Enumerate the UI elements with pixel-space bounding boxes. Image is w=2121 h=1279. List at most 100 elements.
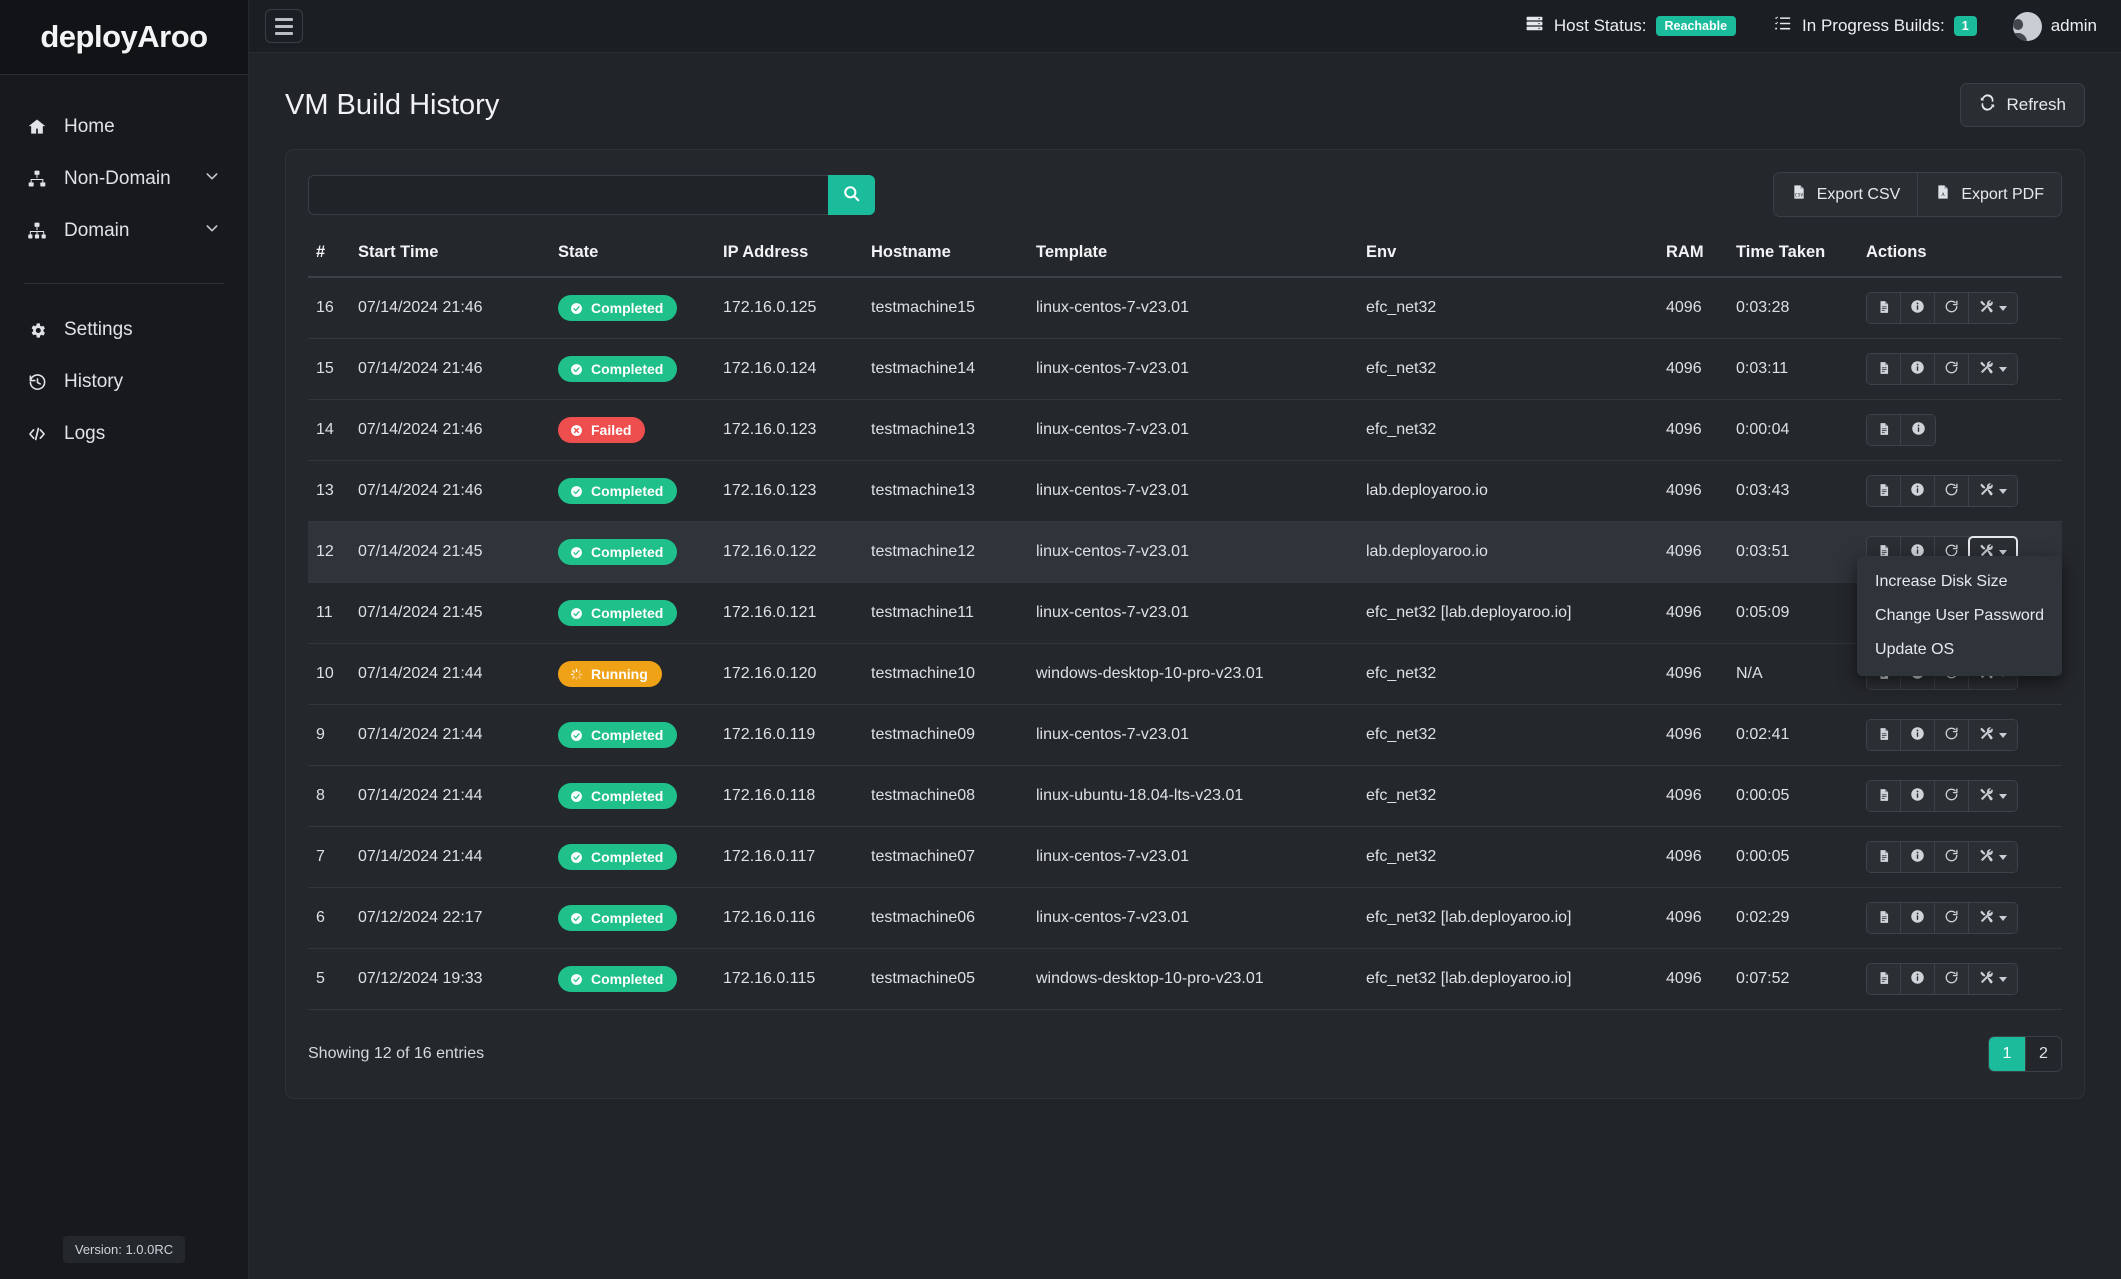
view-log-button[interactable] <box>1867 903 1901 933</box>
view-log-button[interactable] <box>1867 354 1901 384</box>
view-log-button[interactable] <box>1867 415 1901 445</box>
column-header-ip[interactable]: IP Address <box>715 233 863 278</box>
dropdown-item-2[interactable]: Update OS <box>1857 633 2062 667</box>
table-row[interactable]: 14 07/14/2024 21:46 Failed 172.16.0.123 test… <box>308 399 2062 461</box>
search-button[interactable] <box>828 174 875 215</box>
rebuild-button[interactable] <box>1935 476 1969 506</box>
export-csv-button[interactable]: CSV Export CSV <box>1773 173 1918 216</box>
table-row[interactable]: 7 07/14/2024 21:44 Completed 172.16.0.117 te… <box>308 826 2062 888</box>
table-row[interactable]: 12 07/14/2024 21:45 Completed 172.16.0.122 t… <box>308 521 2062 676</box>
table-row[interactable]: 13 07/14/2024 21:46 Completed 172.16.0.123 t… <box>308 460 2062 522</box>
sidebar-item-home[interactable]: Home <box>0 101 248 153</box>
row-env: efc_net32 <box>1358 765 1658 827</box>
search-input[interactable] <box>308 174 828 215</box>
table-row[interactable]: 5 07/12/2024 19:33 Completed 172.16.0.115 te… <box>308 948 2062 1010</box>
file-csv-icon: CSV <box>1791 183 1807 206</box>
sidebar-item-non-domain[interactable]: Non-Domain <box>0 153 248 205</box>
view-log-button[interactable] <box>1867 842 1901 872</box>
row-start-time: 07/12/2024 22:17 <box>350 887 550 949</box>
view-info-button[interactable] <box>1901 781 1935 811</box>
view-log-button[interactable] <box>1867 293 1901 323</box>
user-menu[interactable]: admin <box>2012 11 2097 41</box>
redo-icon <box>1944 787 1959 805</box>
sidebar-item-history[interactable]: History <box>0 356 248 408</box>
column-header-num[interactable]: # <box>308 233 350 278</box>
column-header-ram[interactable]: RAM <box>1658 233 1728 278</box>
dropdown-item-0[interactable]: Increase Disk Size <box>1857 565 2062 599</box>
table-row[interactable]: 11 07/14/2024 21:45 Completed 172.16.0.121 t… <box>308 582 2062 644</box>
caret-down-icon <box>1999 488 2007 494</box>
column-header-state[interactable]: State <box>550 233 715 278</box>
view-info-button[interactable] <box>1901 842 1935 872</box>
view-info-button[interactable] <box>1901 415 1935 445</box>
column-header-start[interactable]: Start Time <box>350 233 550 278</box>
host-status-label: Host Status: <box>1553 16 1647 35</box>
view-log-button[interactable] <box>1867 476 1901 506</box>
sidebar-item-logs[interactable]: Logs <box>0 408 248 460</box>
tools-dropdown-button[interactable] <box>1969 781 2017 811</box>
row-ram: 4096 <box>1658 582 1728 644</box>
hamburger-icon[interactable] <box>265 9 303 43</box>
rebuild-button[interactable] <box>1935 293 1969 323</box>
column-header-template[interactable]: Template <box>1028 233 1358 278</box>
rebuild-button[interactable] <box>1935 781 1969 811</box>
view-info-button[interactable] <box>1901 964 1935 994</box>
row-state-cell: Running <box>550 643 715 705</box>
rebuild-button[interactable] <box>1935 354 1969 384</box>
view-log-button[interactable] <box>1867 781 1901 811</box>
sidebar-item-settings[interactable]: Settings <box>0 304 248 356</box>
rebuild-button[interactable] <box>1935 842 1969 872</box>
view-info-button[interactable] <box>1901 293 1935 323</box>
file-text-icon <box>1877 909 1891 928</box>
table-row[interactable]: 15 07/14/2024 21:46 Completed 172.16.0.124 t… <box>308 338 2062 400</box>
row-actions-cell <box>1858 460 2062 522</box>
table-row[interactable]: 8 07/14/2024 21:44 Completed 172.16.0.118 te… <box>308 765 2062 827</box>
pagination-page-1[interactable]: 1 <box>1989 1037 2025 1071</box>
file-text-icon <box>1877 360 1891 379</box>
column-header-time[interactable]: Time Taken <box>1728 233 1858 278</box>
info-circle-icon <box>1911 421 1926 439</box>
row-env: efc_net32 <box>1358 399 1658 461</box>
tools-dropdown-button[interactable] <box>1969 842 2017 872</box>
tools-dropdown-button[interactable] <box>1969 476 2017 506</box>
table-row[interactable]: 10 07/14/2024 21:44 Running 172.16.0.120 tes… <box>308 643 2062 705</box>
view-info-button[interactable] <box>1901 903 1935 933</box>
rebuild-button[interactable] <box>1935 903 1969 933</box>
tools-dropdown-button[interactable] <box>1969 964 2017 994</box>
table-row[interactable]: 9 07/14/2024 21:44 Completed 172.16.0.119 te… <box>308 704 2062 766</box>
view-log-button[interactable] <box>1867 964 1901 994</box>
view-log-button[interactable] <box>1867 720 1901 750</box>
brand-logo[interactable]: deployAroo <box>0 0 248 75</box>
table-row[interactable]: 6 07/12/2024 22:17 Completed 172.16.0.116 te… <box>308 887 2062 949</box>
caret-down-icon <box>1999 305 2007 311</box>
sidebar-item-domain[interactable]: Domain <box>0 205 248 257</box>
view-info-button[interactable] <box>1901 354 1935 384</box>
tools-dropdown-button[interactable] <box>1969 354 2017 384</box>
row-template: linux-centos-7-v23.01 <box>1028 887 1358 949</box>
refresh-button[interactable]: Refresh <box>1960 83 2085 127</box>
table-row[interactable]: 16 07/14/2024 21:46 Completed 172.16.0.125 t… <box>308 277 2062 339</box>
view-info-button[interactable] <box>1901 720 1935 750</box>
view-info-button[interactable] <box>1901 476 1935 506</box>
rebuild-button[interactable] <box>1935 964 1969 994</box>
status-badge: Completed <box>558 966 678 992</box>
row-env: lab.deployaroo.io <box>1358 460 1658 522</box>
row-hostname: testmachine13 <box>863 399 1028 461</box>
redo-icon <box>1944 848 1959 866</box>
row-template: linux-centos-7-v23.01 <box>1028 338 1358 400</box>
row-template: linux-centos-7-v23.01 <box>1028 582 1358 644</box>
export-group: CSV Export CSV A Export PDF <box>1772 172 2062 217</box>
export-pdf-button[interactable]: A Export PDF <box>1917 173 2061 216</box>
column-header-hostname[interactable]: Hostname <box>863 233 1028 278</box>
pagination-page-2[interactable]: 2 <box>2025 1037 2061 1071</box>
dropdown-item-1[interactable]: Change User Password <box>1857 599 2062 633</box>
column-header-env[interactable]: Env <box>1358 233 1658 278</box>
main-content: Host Status: Reachable In Progress Build… <box>249 0 2121 1279</box>
row-index: 8 <box>308 765 350 827</box>
in-progress-builds-count: 1 <box>1953 15 1977 37</box>
tools-dropdown-button[interactable] <box>1969 903 2017 933</box>
tools-dropdown-button[interactable] <box>1969 293 2017 323</box>
row-env: efc_net32 <box>1358 643 1658 705</box>
tools-dropdown-button[interactable] <box>1969 720 2017 750</box>
rebuild-button[interactable] <box>1935 720 1969 750</box>
